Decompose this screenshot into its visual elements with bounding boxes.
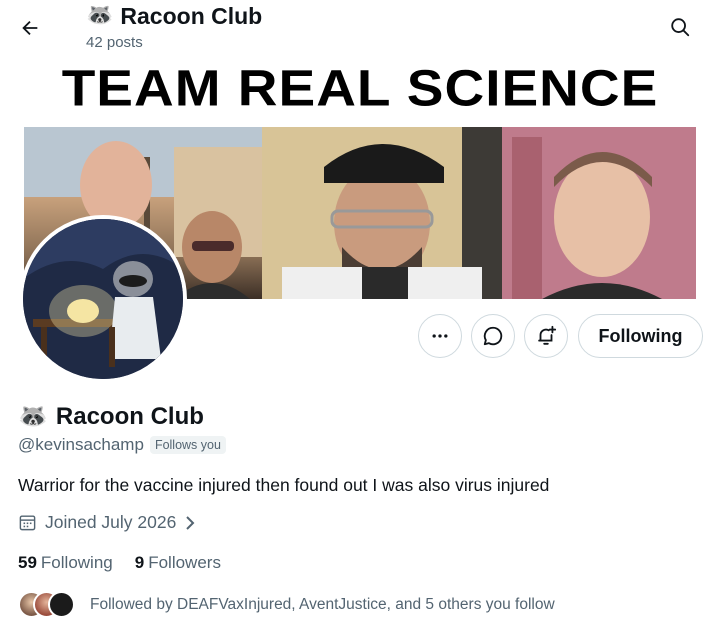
banner-heading: TEAM REAL SCIENCE [61,59,659,117]
following-stat[interactable]: 59 Following [18,553,113,573]
search-icon [671,18,690,37]
joined-date[interactable]: Joined July 2026 [18,512,196,533]
handle-row: @kevinsachamp Follows you [18,435,226,455]
header-title-block: 🦝 Racoon Club 42 posts [86,2,262,51]
search-button[interactable] [662,9,698,45]
joined-text: Joined July 2026 [45,512,177,532]
mutual-avatar [48,591,75,618]
more-icon [432,334,448,338]
profile-avatar[interactable] [19,215,187,383]
following-button[interactable]: Following [578,314,703,358]
banner-photo-right [502,127,696,299]
raccoon-emoji-icon: 🦝 [18,403,48,430]
calendar-icon [19,515,36,531]
notify-button[interactable] [524,314,568,358]
followers-label: Followers [148,553,221,572]
followed-by-row[interactable]: Followed by DEAFVaxInjured, AventJustice… [18,591,555,618]
following-count: 59 [18,553,37,572]
profile-name-row: 🦝 Racoon Club [18,402,204,432]
following-label: Following [40,553,113,572]
profile-bio: Warrior for the vaccine injured then fou… [18,475,550,495]
followers-stat[interactable]: 9 Followers [135,553,221,573]
banner-photo-center [262,127,502,299]
chevron-right-icon [186,515,195,530]
mutual-avatars [18,591,76,618]
post-count: 42 posts [86,34,143,51]
message-button[interactable] [471,314,515,358]
header-title: Racoon Club [120,3,263,29]
profile-handle: @kevinsachamp [18,435,144,454]
stats-row: 59 Following 9 Followers [18,553,221,573]
follows-you-badge: Follows you [149,436,226,454]
message-icon [483,326,503,346]
back-arrow-icon [22,20,38,36]
more-button[interactable] [418,314,462,358]
notification-bell-icon [538,325,557,345]
back-button[interactable] [12,10,48,46]
followed-by-text: Followed by DEAFVaxInjured, AventJustice… [90,595,555,613]
profile-header: 🦝 Racoon Club 42 posts [0,0,724,58]
profile-name: Racoon Club [55,403,204,430]
followers-count: 9 [134,553,145,572]
raccoon-emoji-icon: 🦝 [86,3,114,28]
